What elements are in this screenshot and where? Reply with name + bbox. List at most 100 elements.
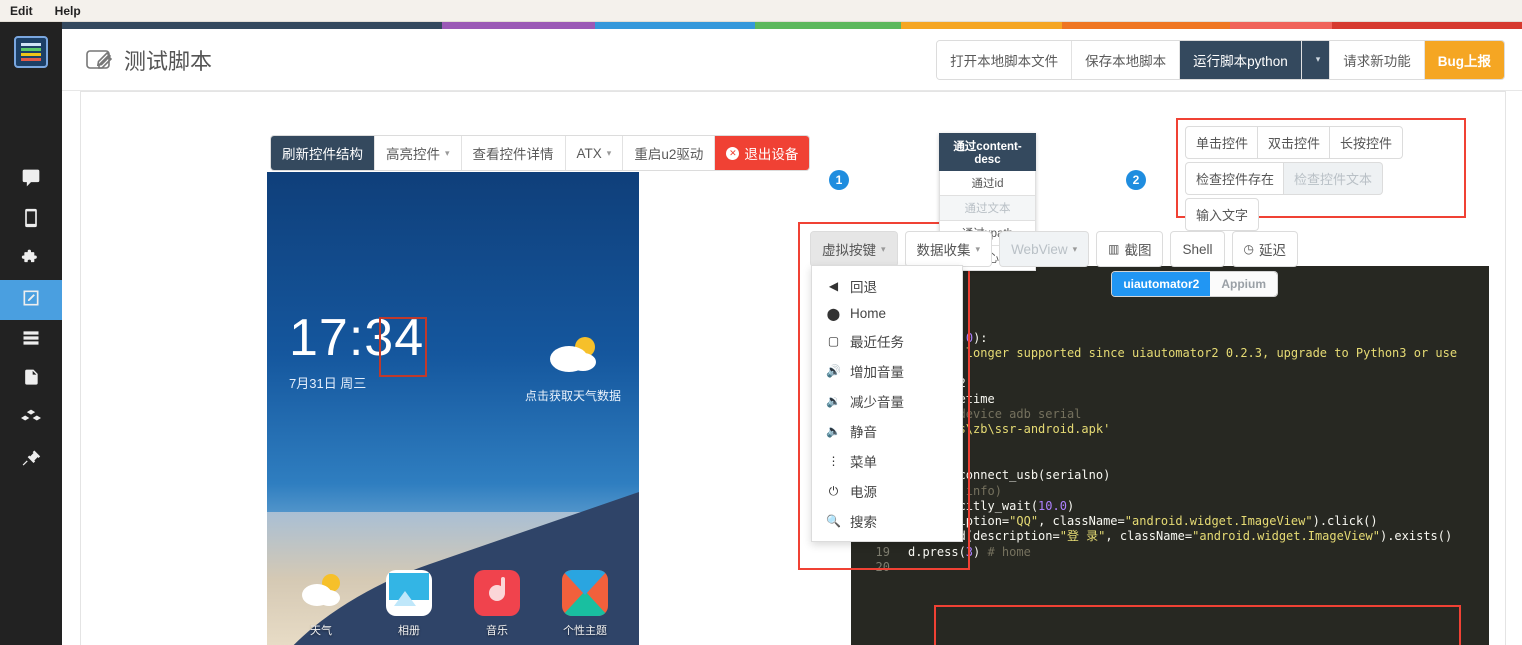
save-local-script-button[interactable]: 保存本地脚本 xyxy=(1072,40,1181,79)
rainbow-progress-bar xyxy=(62,22,1522,29)
back-triangle-icon: ◀ xyxy=(828,279,839,293)
virtual-key-label: 电源 xyxy=(850,485,877,500)
virtual-keys-menu[interactable]: ◀ 回退 ⬤ Home ▢ 最近任务 🔊 增加音量 🔉 减少音量 🔈 静音 ⋮ 菜单 ⏻ 电源 🔍 搜索 xyxy=(811,265,963,542)
puzzle-piece-icon xyxy=(21,248,41,273)
editor-line-text[interactable]: d.press(3) # home xyxy=(899,545,1489,560)
editor-line-text[interactable]: .4.5 xyxy=(899,315,1489,330)
delay-label: 延迟 xyxy=(1258,243,1286,258)
sidebar-item-plugin[interactable] xyxy=(0,240,62,280)
virtual-key-item-volume-up[interactable]: 🔊 增加音量 xyxy=(812,356,962,386)
menu-dots-icon: ⋮ xyxy=(827,454,840,468)
virtual-key-item-back-triangle[interactable]: ◀ 回退 xyxy=(812,271,962,301)
exit-device-label: 退出设备 xyxy=(744,147,799,162)
virtual-key-label: Home xyxy=(850,306,887,321)
editor-line-text[interactable]: ion') xyxy=(899,361,1489,376)
editor-line-text[interactable]: assert d(description="登 录", className="a… xyxy=(899,529,1489,544)
shell-button[interactable]: Shell xyxy=(1171,232,1224,266)
highlight-widget-button[interactable]: 高亮控件 ▾ xyxy=(375,136,462,170)
editor-line-text[interactable]: d() xyxy=(899,438,1489,453)
sidebar-item-plug[interactable] xyxy=(0,440,62,480)
pencil-square-icon xyxy=(21,288,41,313)
delay-button[interactable]: ◷ 延迟 xyxy=(1232,232,1297,266)
editor-line-text[interactable] xyxy=(899,560,1489,575)
chevron-down-icon: ▾ xyxy=(1072,243,1078,254)
power-icon: ⏻ xyxy=(828,483,839,498)
long-press-widget-button[interactable]: 长按控件 xyxy=(1330,127,1403,158)
exit-device-button[interactable]: ✕ 退出设备 xyxy=(715,136,810,170)
edit-note-icon xyxy=(86,48,114,72)
editor-line-text[interactable]: fo < (3,0): xyxy=(899,331,1489,346)
bug-report-button[interactable]: Bug上报 xyxy=(1424,40,1504,79)
virtual-keys-button[interactable]: 虚拟按键 ▾ xyxy=(811,232,897,266)
editor-line-text[interactable]: print(d.info) xyxy=(899,484,1489,499)
chevron-down-icon: ▾ xyxy=(606,147,612,158)
phone-app-album[interactable]: 相册 xyxy=(365,570,453,638)
run-script-python-button[interactable]: 运行脚本python xyxy=(1180,40,1302,79)
sidebar-item-device[interactable] xyxy=(0,200,62,240)
widget-action-panel: 单击控件 双击控件 长按控件 检查控件存在 检查控件文本 输入文字 xyxy=(1176,118,1466,230)
run-script-dropdown-toggle[interactable]: ▾ xyxy=(1301,40,1331,79)
request-feature-button[interactable]: 请求新功能 xyxy=(1330,40,1425,79)
phone-app-grid: 天气 相册 音乐 个性主题 xyxy=(267,570,639,638)
editor-line-text[interactable]: d(description="QQ", className="android.w… xyxy=(899,514,1489,529)
data-collection-button[interactable]: 数据收集 ▾ xyxy=(905,232,992,266)
virtual-key-item-volume-mute[interactable]: 🔈 静音 xyxy=(812,416,962,446)
sidebar-item-script[interactable] xyxy=(0,280,62,320)
screenshot-button[interactable]: ▥ 截图 xyxy=(1097,232,1163,266)
view-widget-detail-button[interactable]: 查看控件详情 xyxy=(461,136,566,170)
tab-appium[interactable]: Appium xyxy=(1210,272,1277,296)
virtual-key-item-home-circle[interactable]: ⬤ Home xyxy=(812,301,962,326)
refresh-hierarchy-button[interactable]: 刷新控件结构 xyxy=(271,136,375,170)
editor-line-text[interactable]: d.implicitly_wait(10.0) xyxy=(899,499,1489,514)
cubes-icon xyxy=(21,408,41,433)
sidebar-item-chat[interactable] xyxy=(0,160,62,200)
virtual-key-item-menu-dots[interactable]: ⋮ 菜单 xyxy=(812,446,962,476)
phone-app-label: 相册 xyxy=(398,625,420,637)
sidebar-item-list[interactable] xyxy=(0,320,62,360)
virtual-key-item-volume-down[interactable]: 🔉 减少音量 xyxy=(812,386,962,416)
virtual-key-item-search[interactable]: 🔍 搜索 xyxy=(812,506,962,536)
atx-button[interactable]: ATX ▾ xyxy=(565,136,624,170)
editor-line-text[interactable]: 4\htdocs\zb\ssr-android.apk' xyxy=(899,422,1489,437)
virtual-key-item-recents-square[interactable]: ▢ 最近任务 xyxy=(812,326,962,356)
locator-selected-value[interactable]: 通过content-desc xyxy=(939,133,1036,171)
workspace-panel: 刷新控件结构 高亮控件 ▾ 查看控件详情 ATX ▾ 重启u2驱动 ✕ 退出设备 xyxy=(80,91,1506,645)
single-click-widget-button[interactable]: 单击控件 xyxy=(1186,127,1259,158)
chevron-down-icon: ▾ xyxy=(881,243,886,254)
locator-option-id[interactable]: 通过id xyxy=(939,171,1036,196)
menu-edit[interactable]: Edit xyxy=(10,4,33,18)
sidebar-item-blocks[interactable] xyxy=(0,400,62,440)
menu-help[interactable]: Help xyxy=(55,4,81,18)
editor-line-text[interactable]: r2 as u2 xyxy=(899,376,1489,391)
virtual-key-item-power[interactable]: ⏻ 电源 xyxy=(812,476,962,506)
double-click-widget-button[interactable]: 双击控件 xyxy=(1258,127,1331,158)
input-text-button[interactable]: 输入文字 xyxy=(1186,199,1259,230)
phone-app-theme[interactable]: 个性主题 xyxy=(541,570,629,638)
atx-label: ATX xyxy=(576,145,602,161)
chat-bubble-icon xyxy=(21,168,41,193)
open-local-script-button[interactable]: 打开本地脚本文件 xyxy=(937,40,1073,79)
volume-down-icon: 🔉 xyxy=(826,394,841,408)
list-rows-icon xyxy=(21,328,41,353)
phone-app-label: 个性主题 xyxy=(563,625,607,637)
editor-line-text[interactable]: ort datetime xyxy=(899,392,1489,407)
editor-line-text[interactable]: -8 -*- xyxy=(899,300,1489,315)
editor-line-text[interactable]: c60' # device adb serial xyxy=(899,407,1489,422)
tab-uiautomator2[interactable]: uiautomator2 xyxy=(1112,272,1211,296)
clock-highlight-box xyxy=(379,317,427,377)
restart-u2-driver-button[interactable]: 重启u2驱动 xyxy=(623,136,716,170)
phone-weather-widget[interactable]: 点击获取天气数据 xyxy=(525,334,621,404)
phone-app-label: 天气 xyxy=(310,625,332,637)
chevron-down-icon: ▾ xyxy=(1315,54,1321,64)
editor-line-text[interactable]: d = u2.connect_usb(serialno) xyxy=(899,468,1489,483)
sidebar-item-files[interactable] xyxy=(0,360,62,400)
check-widget-exists-button[interactable]: 检查控件存在 xyxy=(1186,163,1285,194)
editor-line-text[interactable]: 2 is no longer supported since uiautomat… xyxy=(899,346,1489,361)
editor-line-text[interactable] xyxy=(899,453,1489,468)
editor-line: 20 xyxy=(851,560,1489,575)
phone-app-weather[interactable]: 天气 xyxy=(277,570,365,638)
page-title-text: 测试脚本 xyxy=(124,48,213,74)
phone-app-music[interactable]: 音乐 xyxy=(453,570,541,638)
device-screen-mirror[interactable]: ⏾ ᛒ ▂▄▆ ▂▄▆ ◗ 54 17:34 7月31日 周三 xyxy=(267,172,639,645)
